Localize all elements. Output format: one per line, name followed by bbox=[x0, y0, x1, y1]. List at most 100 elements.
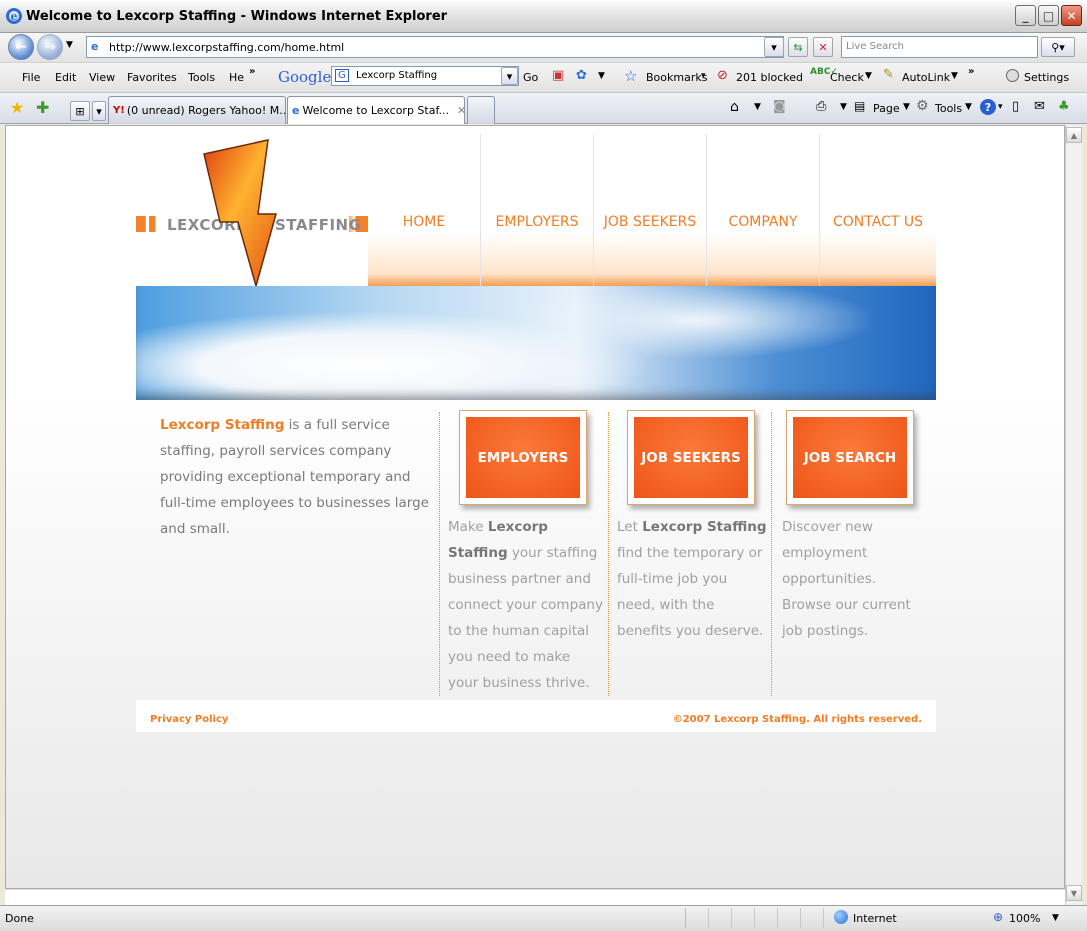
menu-file[interactable]: File bbox=[22, 71, 40, 84]
horizontal-scroll-area bbox=[5, 889, 1065, 905]
column-divider bbox=[608, 412, 609, 696]
settings-button[interactable]: Settings bbox=[1024, 71, 1069, 84]
popup-blocked-count[interactable]: 201 blocked bbox=[736, 71, 803, 84]
intro-text: Lexcorp Staffing is a full service staff… bbox=[160, 412, 430, 542]
intro-body: is a full service staffing, payroll serv… bbox=[160, 417, 429, 537]
security-zone-label[interactable]: Internet bbox=[853, 912, 897, 925]
menu-overflow-icon[interactable]: » bbox=[249, 66, 255, 77]
help-dropdown-icon[interactable]: ▾ bbox=[998, 102, 1003, 112]
popup-blocker-icon: ⊘ bbox=[717, 68, 728, 83]
nav-job-seekers[interactable]: JOB SEEKERS bbox=[594, 134, 707, 298]
job-search-cta-label: JOB SEARCH bbox=[793, 417, 907, 498]
address-input[interactable]: e http://www.lexcorpstaffing.com/home.ht… bbox=[86, 36, 784, 58]
print-dropdown-icon[interactable]: ▼ bbox=[840, 102, 847, 112]
zoom-level[interactable]: 100% bbox=[1009, 912, 1040, 925]
globe-icon bbox=[834, 910, 848, 924]
puzzle-icon[interactable]: ✿ bbox=[576, 68, 587, 83]
refresh-button[interactable]: ⇆ bbox=[788, 37, 808, 57]
bookmarks-star-icon: ☆ bbox=[624, 67, 638, 85]
add-favorite-icon[interactable]: ✚ bbox=[36, 98, 49, 117]
employers-description: Make Lexcorp Staffing your staffing busi… bbox=[448, 514, 604, 696]
settings-icon bbox=[1006, 69, 1019, 82]
address-dropdown-button[interactable]: ▾ bbox=[764, 37, 784, 57]
help-icon[interactable]: ? bbox=[980, 99, 996, 115]
live-search-input[interactable]: Live Search bbox=[841, 36, 1038, 58]
autolink-dropdown-icon[interactable]: ▼ bbox=[951, 71, 958, 81]
quick-tabs-icon[interactable]: ⊞ bbox=[70, 101, 90, 121]
menu-view[interactable]: View bbox=[89, 71, 115, 84]
page-menu-icon: ▤ bbox=[854, 99, 866, 113]
job-search-description: Discover new employment opportunities. B… bbox=[782, 519, 911, 639]
job-seekers-desc-pre: Let bbox=[617, 519, 643, 535]
scroll-up-icon[interactable]: ▲ bbox=[1066, 127, 1082, 143]
menu-edit[interactable]: Edit bbox=[55, 71, 76, 84]
nav-home[interactable]: HOME bbox=[368, 134, 481, 298]
home-dropdown-icon[interactable]: ▼ bbox=[754, 102, 761, 112]
job-seekers-desc-brand: Lexcorp Staffing bbox=[642, 519, 767, 535]
menu-tools[interactable]: Tools bbox=[188, 71, 215, 84]
google-search-input[interactable]: G Lexcorp Staffing bbox=[331, 66, 519, 86]
job-search-cta-button[interactable]: JOB SEARCH bbox=[786, 410, 914, 505]
nav-employers[interactable]: EMPLOYERS bbox=[481, 134, 594, 298]
google-dropdown-button[interactable]: ▾ bbox=[501, 67, 518, 85]
check-button[interactable]: Check bbox=[830, 71, 864, 84]
toolbar-overflow-icon[interactable]: » bbox=[968, 66, 974, 77]
messenger-icon[interactable]: ✉ bbox=[1034, 99, 1045, 114]
page-dropdown-icon[interactable]: ▼ bbox=[903, 102, 910, 112]
status-text: Done bbox=[5, 912, 34, 925]
job-seekers-description: Let Lexcorp Staffing find the temporary … bbox=[617, 514, 767, 644]
forward-button[interactable]: → bbox=[37, 34, 63, 60]
ie-logo-icon: e bbox=[6, 8, 22, 24]
search-icon: ⚲▾ bbox=[1051, 40, 1065, 54]
window-title: Welcome to Lexcorp Staffing - Windows In… bbox=[26, 9, 448, 24]
autolink-button[interactable]: AutoLink bbox=[902, 71, 950, 84]
minimize-button[interactable]: _ bbox=[1015, 5, 1036, 26]
bookmarks-button[interactable]: Bookmarks bbox=[646, 71, 707, 84]
address-url: http://www.lexcorpstaffing.com/home.html bbox=[109, 40, 345, 54]
tab-yahoo[interactable]: Y! (0 unread) Rogers Yahoo! M... bbox=[108, 96, 286, 124]
yahoo-favicon-icon: Y! bbox=[113, 105, 125, 116]
nav-contact-us[interactable]: CONTACT US bbox=[820, 134, 936, 298]
history-dropdown-icon[interactable]: ▼ bbox=[66, 40, 73, 50]
google-go-button[interactable]: Go bbox=[523, 71, 538, 84]
stop-button[interactable]: ✕ bbox=[813, 37, 833, 57]
print-icon[interactable]: ⎙ bbox=[816, 99, 826, 114]
maximize-button[interactable]: □ bbox=[1038, 5, 1059, 26]
new-tab-button[interactable] bbox=[467, 96, 495, 124]
home-icon[interactable]: ⌂ bbox=[730, 99, 739, 115]
research-icon[interactable]: ▯ bbox=[1012, 99, 1019, 114]
employers-cta-button[interactable]: EMPLOYERS bbox=[459, 410, 587, 505]
job-seekers-cta-button[interactable]: JOB SEEKERS bbox=[627, 410, 755, 505]
nav-company[interactable]: COMPANY bbox=[707, 134, 820, 298]
privacy-policy-link[interactable]: Privacy Policy bbox=[150, 714, 228, 725]
extension-icon[interactable]: ♣ bbox=[1058, 99, 1070, 114]
back-button[interactable]: ← bbox=[8, 34, 34, 60]
logo-text-staffing[interactable]: STAFFING bbox=[275, 216, 361, 234]
feeds-icon[interactable]: ◙ bbox=[773, 99, 786, 114]
puzzle-dropdown-icon[interactable]: ▼ bbox=[598, 71, 605, 81]
bookmarks-dropdown-icon[interactable]: ▾ bbox=[701, 71, 706, 81]
tab-list-dropdown[interactable]: ▾ bbox=[92, 101, 106, 121]
popup-icon[interactable]: ▣ bbox=[552, 68, 564, 83]
menu-favorites[interactable]: Favorites bbox=[127, 71, 177, 84]
search-button[interactable]: ⚲▾ bbox=[1041, 37, 1075, 57]
close-button[interactable]: ✕ bbox=[1061, 5, 1082, 26]
check-dropdown-icon[interactable]: ▼ bbox=[865, 71, 872, 81]
tools-menu-button[interactable]: Tools bbox=[935, 102, 962, 115]
vertical-scrollbar[interactable]: ▲ ▼ bbox=[1065, 125, 1082, 905]
ie-favicon-icon: e bbox=[292, 104, 300, 117]
tools-dropdown-icon[interactable]: ▼ bbox=[965, 102, 972, 112]
column-divider bbox=[439, 412, 440, 696]
menu-help[interactable]: He bbox=[229, 71, 244, 84]
copyright-text: ©2007 Lexcorp Staffing. All rights reser… bbox=[672, 714, 922, 725]
scroll-down-icon[interactable]: ▼ bbox=[1066, 885, 1082, 901]
google-query: Lexcorp Staffing bbox=[356, 70, 438, 81]
tab-close-icon[interactable]: ✕ bbox=[457, 104, 464, 117]
page-icon: e bbox=[91, 40, 99, 53]
zoom-dropdown-icon[interactable]: ▼ bbox=[1052, 913, 1059, 923]
autolink-wand-icon: ✎ bbox=[883, 67, 894, 82]
favorites-star-icon[interactable]: ★ bbox=[10, 98, 24, 117]
page-menu-button[interactable]: Page bbox=[873, 102, 900, 115]
employers-desc-pre: Make bbox=[448, 519, 488, 535]
tab-lexcorp[interactable]: e Welcome to Lexcorp Staf... ✕ bbox=[287, 96, 465, 124]
